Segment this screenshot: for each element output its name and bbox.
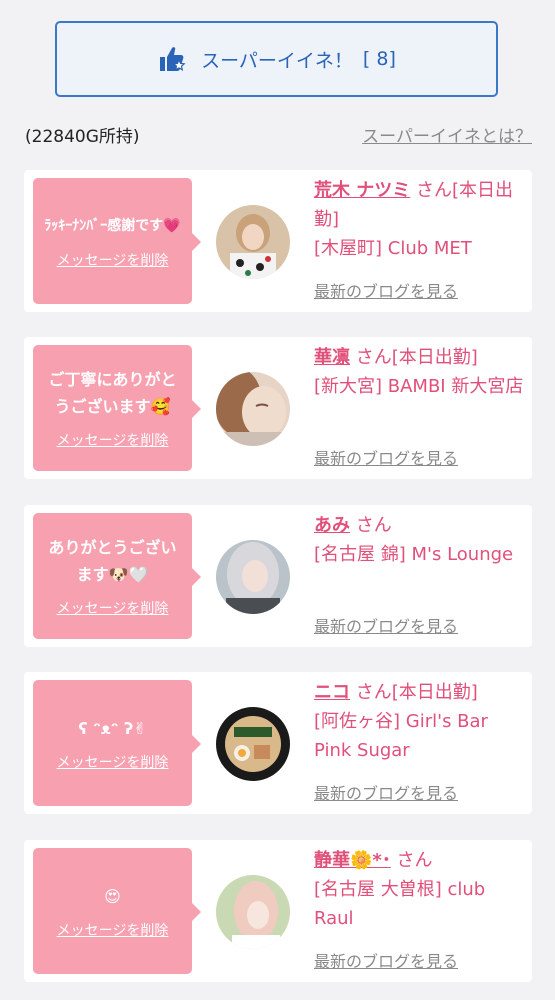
delete-message-link[interactable]: メッセージを削除 [57,598,169,618]
avatar[interactable] [216,540,290,614]
message-bubble: ﾗｯｷｰﾅﾝﾊﾞｰ感謝です💗 メッセージを削除 [33,178,201,304]
shop-name: [阿佐ヶ谷] Girl's Bar Pink Sugar [314,711,488,761]
cast-name-link[interactable]: 荒木 ナツミ [314,180,410,201]
latest-blog-link[interactable]: 最新のブログを見る [314,948,458,972]
message-bubble: ご丁寧にありがとうございます🥰 メッセージを削除 [33,345,201,471]
about-super-like-link[interactable]: スーパーイイネとは？ [362,122,532,147]
avatar[interactable] [216,205,290,279]
super-like-count: [ 8] [362,48,396,70]
name-suffix: さん [350,515,392,536]
latest-blog-link[interactable]: 最新のブログを見る [314,780,458,804]
cast-name-link[interactable]: あみ [314,515,350,536]
avatar[interactable] [216,875,290,949]
super-like-card: ʕ ᵔᴥᵔ ʔ✌ メッセージを削除 ニコ さん[本日出勤] [阿佐ヶ谷] Gir… [24,672,532,814]
gold-balance: (22840G所持) [25,127,140,147]
avatar[interactable] [216,372,290,446]
shop-name: [木屋町] Club MET [314,238,472,259]
delete-message-link[interactable]: メッセージを削除 [57,752,169,772]
shop-name: [名古屋 錦] M's Lounge [314,544,514,565]
shop-name: [新大宮] BAMBI 新大宮店 [314,376,524,397]
latest-blog-link[interactable]: 最新のブログを見る [314,278,458,302]
message-text: ご丁寧にありがとうございます🥰 [48,370,177,416]
message-text: 😍 [104,886,121,906]
name-suffix: さん[本日出勤] [350,682,478,703]
delete-message-link[interactable]: メッセージを削除 [57,250,169,270]
super-like-label: スーパーイイネ！ [201,49,353,72]
message-bubble: ありがとうございます🐶🤍 メッセージを削除 [33,513,201,639]
super-like-card: 😍 メッセージを削除 静華🌼*･ さん [名古屋 大曽根] club Raul … [24,840,532,982]
message-text: ʕ ᵔᴥᵔ ʔ✌ [78,718,147,738]
message-bubble: 😍 メッセージを削除 [33,848,201,974]
super-like-button[interactable]: スーパーイイネ！ [ 8] [55,21,498,97]
latest-blog-link[interactable]: 最新のブログを見る [314,613,458,637]
cast-name-link[interactable]: 静華🌼*･ [314,850,391,871]
cast-name-link[interactable]: ニコ [314,682,350,703]
super-like-card: ご丁寧にありがとうございます🥰 メッセージを削除 華凛 さん[本日出勤] [新大… [24,337,532,479]
message-text: ﾗｯｷｰﾅﾝﾊﾞｰ感謝です💗 [44,217,181,234]
latest-blog-link[interactable]: 最新のブログを見る [314,445,458,469]
super-like-card: ありがとうございます🐶🤍 メッセージを削除 あみ さん [名古屋 錦] M's … [24,505,532,647]
delete-message-link[interactable]: メッセージを削除 [57,920,169,940]
super-like-card: ﾗｯｷｰﾅﾝﾊﾞｰ感謝です💗 メッセージを削除 荒木 ナツミ さん[本日出勤] … [24,170,532,312]
delete-message-link[interactable]: メッセージを削除 [57,430,169,450]
shop-name: [名古屋 大曽根] club Raul [314,879,486,929]
message-bubble: ʕ ᵔᴥᵔ ʔ✌ メッセージを削除 [33,680,201,806]
thumbs-up-star-icon [157,45,187,73]
name-suffix: さん[本日出勤] [350,347,478,368]
cast-name-link[interactable]: 華凛 [314,347,350,368]
message-text: ありがとうございます🐶🤍 [48,538,177,584]
avatar[interactable] [216,707,290,781]
name-suffix: さん [390,850,433,871]
